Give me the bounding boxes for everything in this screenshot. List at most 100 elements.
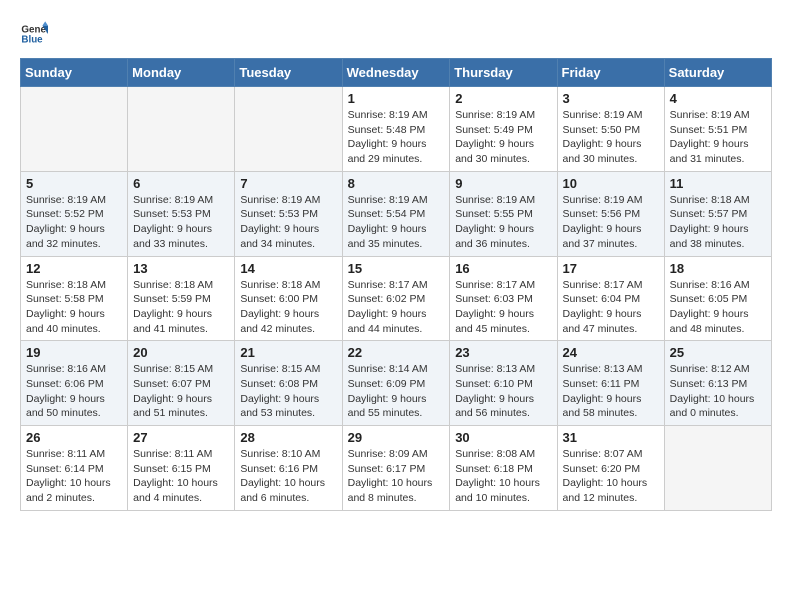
calendar-cell: 11Sunrise: 8:18 AM Sunset: 5:57 PM Dayli… xyxy=(664,171,771,256)
calendar-cell: 2 Sunrise: 8:19 AM Sunset: 5:49 PM Daylig… xyxy=(450,87,557,172)
day-info: Sunrise: 8:19 AM Sunset: 5:48 PM Dayligh… xyxy=(348,108,445,167)
calendar-cell: 3 Sunrise: 8:19 AM Sunset: 5:50 PM Daylig… xyxy=(557,87,664,172)
day-info: Sunrise: 8:19 AM Sunset: 5:56 PM Dayligh… xyxy=(563,193,659,252)
calendar-cell: 10 Sunrise: 8:19 AM Sunset: 5:56 PM Dayli… xyxy=(557,171,664,256)
header-thursday: Thursday xyxy=(450,59,557,87)
calendar-cell: 31Sunrise: 8:07 AM Sunset: 6:20 PM Dayli… xyxy=(557,426,664,511)
day-number: 24 xyxy=(563,345,659,360)
day-info: Sunrise: 8:19 AM Sunset: 5:52 PM Dayligh… xyxy=(26,193,122,252)
day-info: Sunrise: 8:09 AM Sunset: 6:17 PM Dayligh… xyxy=(348,447,445,506)
day-number: 4 xyxy=(670,91,766,106)
day-number: 29 xyxy=(348,430,445,445)
day-number: 25 xyxy=(670,345,766,360)
day-number: 7 xyxy=(240,176,336,191)
header-sunday: Sunday xyxy=(21,59,128,87)
day-info: Sunrise: 8:15 AM Sunset: 6:08 PM Dayligh… xyxy=(240,362,336,421)
day-number: 31 xyxy=(563,430,659,445)
calendar-week-0: 1 Sunrise: 8:19 AM Sunset: 5:48 PM Daylig… xyxy=(21,87,772,172)
day-number: 20 xyxy=(133,345,229,360)
day-number: 21 xyxy=(240,345,336,360)
calendar-cell: 20 Sunrise: 8:15 AM Sunset: 6:07 PM Dayli… xyxy=(128,341,235,426)
day-number: 13 xyxy=(133,261,229,276)
day-number: 30 xyxy=(455,430,551,445)
day-number: 1 xyxy=(348,91,445,106)
day-info: Sunrise: 8:19 AM Sunset: 5:54 PM Dayligh… xyxy=(348,193,445,252)
day-info: Sunrise: 8:12 AM Sunset: 6:13 PM Dayligh… xyxy=(670,362,766,421)
calendar: SundayMondayTuesdayWednesdayThursdayFrid… xyxy=(20,58,772,511)
day-number: 12 xyxy=(26,261,122,276)
day-number: 10 xyxy=(563,176,659,191)
calendar-cell xyxy=(235,87,342,172)
header: General Blue xyxy=(20,20,772,48)
calendar-cell: 22 Sunrise: 8:14 AM Sunset: 6:09 PM Dayli… xyxy=(342,341,450,426)
day-info: Sunrise: 8:13 AM Sunset: 6:10 PM Dayligh… xyxy=(455,362,551,421)
calendar-cell: 24 Sunrise: 8:13 AM Sunset: 6:11 PM Dayli… xyxy=(557,341,664,426)
calendar-cell: 17Sunrise: 8:17 AM Sunset: 6:04 PM Dayli… xyxy=(557,256,664,341)
day-info: Sunrise: 8:17 AM Sunset: 6:04 PM Dayligh… xyxy=(563,278,659,337)
calendar-cell xyxy=(128,87,235,172)
day-number: 26 xyxy=(26,430,122,445)
calendar-cell: 21 Sunrise: 8:15 AM Sunset: 6:08 PM Dayli… xyxy=(235,341,342,426)
day-info: Sunrise: 8:18 AM Sunset: 6:00 PM Dayligh… xyxy=(240,278,336,337)
calendar-cell: 27 Sunrise: 8:11 AM Sunset: 6:15 PM Dayli… xyxy=(128,426,235,511)
header-saturday: Saturday xyxy=(664,59,771,87)
calendar-cell: 23 Sunrise: 8:13 AM Sunset: 6:10 PM Dayli… xyxy=(450,341,557,426)
calendar-header-row: SundayMondayTuesdayWednesdayThursdayFrid… xyxy=(21,59,772,87)
day-info: Sunrise: 8:18 AM Sunset: 5:57 PM Dayligh… xyxy=(670,193,766,252)
calendar-cell: 14 Sunrise: 8:18 AM Sunset: 6:00 PM Dayli… xyxy=(235,256,342,341)
day-number: 22 xyxy=(348,345,445,360)
day-info: Sunrise: 8:15 AM Sunset: 6:07 PM Dayligh… xyxy=(133,362,229,421)
day-info: Sunrise: 8:19 AM Sunset: 5:53 PM Dayligh… xyxy=(133,193,229,252)
day-info: Sunrise: 8:16 AM Sunset: 6:06 PM Dayligh… xyxy=(26,362,122,421)
day-info: Sunrise: 8:19 AM Sunset: 5:51 PM Dayligh… xyxy=(670,108,766,167)
day-number: 3 xyxy=(563,91,659,106)
day-number: 8 xyxy=(348,176,445,191)
day-info: Sunrise: 8:10 AM Sunset: 6:16 PM Dayligh… xyxy=(240,447,336,506)
day-number: 9 xyxy=(455,176,551,191)
calendar-cell: 16 Sunrise: 8:17 AM Sunset: 6:03 PM Dayli… xyxy=(450,256,557,341)
header-tuesday: Tuesday xyxy=(235,59,342,87)
day-number: 19 xyxy=(26,345,122,360)
calendar-cell: 30 Sunrise: 8:08 AM Sunset: 6:18 PM Dayli… xyxy=(450,426,557,511)
calendar-cell xyxy=(664,426,771,511)
calendar-cell: 29 Sunrise: 8:09 AM Sunset: 6:17 PM Dayli… xyxy=(342,426,450,511)
day-info: Sunrise: 8:19 AM Sunset: 5:50 PM Dayligh… xyxy=(563,108,659,167)
header-monday: Monday xyxy=(128,59,235,87)
day-number: 27 xyxy=(133,430,229,445)
day-number: 15 xyxy=(348,261,445,276)
calendar-cell: 7Sunrise: 8:19 AM Sunset: 5:53 PM Daylig… xyxy=(235,171,342,256)
calendar-cell: 6 Sunrise: 8:19 AM Sunset: 5:53 PM Daylig… xyxy=(128,171,235,256)
day-number: 2 xyxy=(455,91,551,106)
calendar-cell: 5Sunrise: 8:19 AM Sunset: 5:52 PM Daylig… xyxy=(21,171,128,256)
header-friday: Friday xyxy=(557,59,664,87)
calendar-cell: 1 Sunrise: 8:19 AM Sunset: 5:48 PM Daylig… xyxy=(342,87,450,172)
day-info: Sunrise: 8:19 AM Sunset: 5:49 PM Dayligh… xyxy=(455,108,551,167)
day-number: 18 xyxy=(670,261,766,276)
calendar-cell: 12 Sunrise: 8:18 AM Sunset: 5:58 PM Dayli… xyxy=(21,256,128,341)
calendar-cell: 19 Sunrise: 8:16 AM Sunset: 6:06 PM Dayli… xyxy=(21,341,128,426)
day-number: 6 xyxy=(133,176,229,191)
calendar-cell: 4 Sunrise: 8:19 AM Sunset: 5:51 PM Daylig… xyxy=(664,87,771,172)
day-info: Sunrise: 8:11 AM Sunset: 6:15 PM Dayligh… xyxy=(133,447,229,506)
calendar-cell: 28 Sunrise: 8:10 AM Sunset: 6:16 PM Dayli… xyxy=(235,426,342,511)
day-info: Sunrise: 8:11 AM Sunset: 6:14 PM Dayligh… xyxy=(26,447,122,506)
day-number: 14 xyxy=(240,261,336,276)
day-info: Sunrise: 8:08 AM Sunset: 6:18 PM Dayligh… xyxy=(455,447,551,506)
day-info: Sunrise: 8:18 AM Sunset: 5:59 PM Dayligh… xyxy=(133,278,229,337)
day-number: 28 xyxy=(240,430,336,445)
calendar-cell: 18 Sunrise: 8:16 AM Sunset: 6:05 PM Dayli… xyxy=(664,256,771,341)
day-info: Sunrise: 8:16 AM Sunset: 6:05 PM Dayligh… xyxy=(670,278,766,337)
day-info: Sunrise: 8:19 AM Sunset: 5:55 PM Dayligh… xyxy=(455,193,551,252)
logo: General Blue xyxy=(20,20,52,48)
day-info: Sunrise: 8:14 AM Sunset: 6:09 PM Dayligh… xyxy=(348,362,445,421)
calendar-week-3: 19 Sunrise: 8:16 AM Sunset: 6:06 PM Dayli… xyxy=(21,341,772,426)
day-info: Sunrise: 8:13 AM Sunset: 6:11 PM Dayligh… xyxy=(563,362,659,421)
calendar-cell: 26 Sunrise: 8:11 AM Sunset: 6:14 PM Dayli… xyxy=(21,426,128,511)
day-info: Sunrise: 8:18 AM Sunset: 5:58 PM Dayligh… xyxy=(26,278,122,337)
day-info: Sunrise: 8:17 AM Sunset: 6:03 PM Dayligh… xyxy=(455,278,551,337)
calendar-week-1: 5Sunrise: 8:19 AM Sunset: 5:52 PM Daylig… xyxy=(21,171,772,256)
calendar-week-4: 26 Sunrise: 8:11 AM Sunset: 6:14 PM Dayli… xyxy=(21,426,772,511)
day-number: 16 xyxy=(455,261,551,276)
logo-icon: General Blue xyxy=(20,20,48,48)
day-number: 23 xyxy=(455,345,551,360)
